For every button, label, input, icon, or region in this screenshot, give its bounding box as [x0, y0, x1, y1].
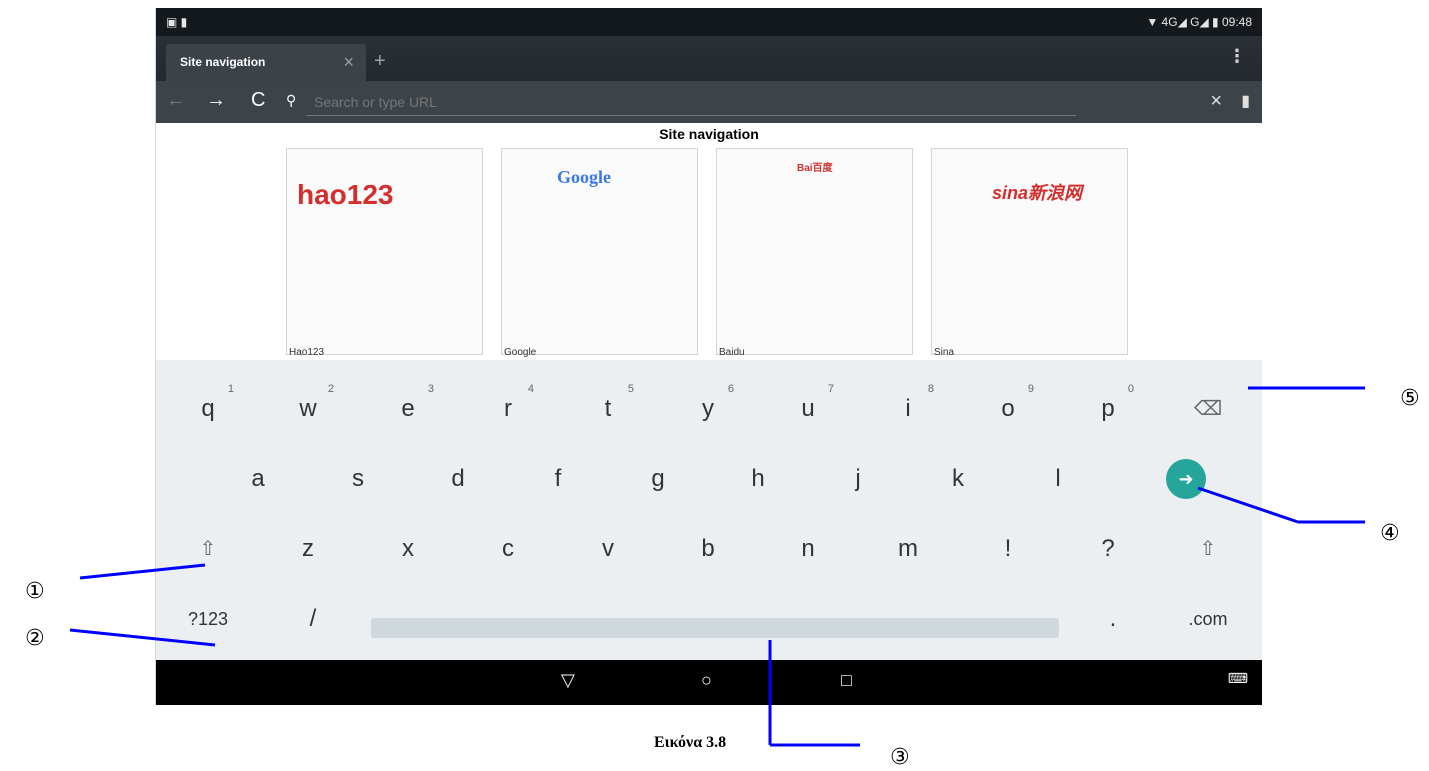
key-m[interactable]: m [876, 520, 940, 578]
thumbnail-grid: hao123 Hao123 Google Google Bai百度 Baidu … [286, 148, 1136, 363]
status-bar: ▣ ▮ ▼ 4G◢ G◢ ▮ 09:48 [156, 8, 1262, 36]
key-b[interactable]: b [676, 520, 740, 578]
back-icon[interactable]: ▽ [561, 670, 575, 691]
marker-5: ⑤ [1400, 385, 1420, 410]
baidu-logo: Bai百度 [797, 163, 833, 174]
google-logo: Google [557, 167, 611, 187]
new-tab-button[interactable]: + [374, 50, 386, 73]
backspace-icon[interactable]: ⌫ [1176, 380, 1240, 438]
search-input[interactable] [306, 89, 1076, 116]
clock: 09:48 [1221, 15, 1252, 29]
go-icon[interactable]: ➜ [1166, 459, 1206, 499]
mode-key[interactable]: ?123 [176, 590, 240, 648]
status-right: ▼ 4G◢ G◢ ▮ 09:48 [1146, 15, 1252, 29]
key-u[interactable]: 7u [776, 380, 840, 438]
thumbnail-label: Baidu [719, 347, 745, 358]
system-navbar: ▽ ○ □ ⌨ [156, 660, 1262, 705]
key-h[interactable]: h [726, 450, 790, 508]
spacebar[interactable] [371, 618, 1059, 638]
marker-3: ③ [890, 744, 910, 769]
keyboard-icon[interactable]: ⌨ [1228, 670, 1248, 687]
thumbnail-google[interactable]: Google Google [501, 148, 698, 358]
on-screen-keyboard: 1q 2w 3e 4r 5t 6y 7u 8i 9o 0p ⌫ a s d f … [156, 360, 1262, 660]
notification-icons: ▣ ▮ [166, 15, 188, 29]
thumbnail-sina[interactable]: sina新浪网 Sina [931, 148, 1128, 358]
tab-title: Site navigation [180, 55, 266, 69]
key-g[interactable]: g [626, 450, 690, 508]
back-arrow-icon[interactable]: ← [166, 89, 186, 112]
bookmark-icon[interactable]: ▮ [1241, 91, 1250, 111]
key-v[interactable]: v [576, 520, 640, 578]
shift-left-icon[interactable]: ⇧ [176, 520, 240, 578]
key-n[interactable]: n [776, 520, 840, 578]
key-x[interactable]: x [376, 520, 440, 578]
key-z[interactable]: z [276, 520, 340, 578]
key-y[interactable]: 6y [676, 380, 740, 438]
sina-logo: sina新浪网 [992, 183, 1083, 203]
key-j[interactable]: j [826, 450, 890, 508]
search-icon: ⚲ [286, 92, 297, 108]
overflow-menu-icon[interactable]: ⋮ [1228, 46, 1246, 67]
key-k[interactable]: k [926, 450, 990, 508]
forward-arrow-icon[interactable]: → [206, 89, 226, 112]
marker-4: ④ [1380, 520, 1400, 545]
signal-icons: ▼ 4G◢ G◢ ▮ [1146, 15, 1219, 29]
key-exclamation[interactable]: ! [976, 520, 1040, 578]
thumbnail-label: Hao123 [289, 347, 325, 358]
key-period[interactable]: . [1081, 590, 1145, 648]
key-question[interactable]: ? [1076, 520, 1140, 578]
key-r[interactable]: 4r [476, 380, 540, 438]
key-i[interactable]: 8i [876, 380, 940, 438]
key-q[interactable]: 1q [176, 380, 240, 438]
key-e[interactable]: 3e [376, 380, 440, 438]
key-d[interactable]: d [426, 450, 490, 508]
key-slash[interactable]: / [281, 590, 345, 648]
figure-caption: Εικόνα 3.8 [654, 734, 727, 751]
thumbnail-hao123[interactable]: hao123 Hao123 [286, 148, 483, 358]
thumbnail-baidu[interactable]: Bai百度 Baidu [716, 148, 913, 358]
key-t[interactable]: 5t [576, 380, 640, 438]
dot-com-key[interactable]: .com [1176, 590, 1240, 648]
page-title: Site navigation [659, 126, 759, 142]
key-l[interactable]: l [1026, 450, 1090, 508]
key-o[interactable]: 9o [976, 380, 1040, 438]
home-icon[interactable]: ○ [701, 670, 712, 691]
key-a[interactable]: a [226, 450, 290, 508]
hao123-logo: hao123 [297, 179, 394, 210]
thumbnail-label: Sina [934, 347, 955, 358]
tab-site-navigation[interactable]: Site navigation × [166, 44, 366, 81]
marker-2: ② [25, 625, 45, 650]
key-s[interactable]: s [326, 450, 390, 508]
url-bar: ← → C ⚲ × ▮ [156, 81, 1262, 123]
thumbnail-label: Google [504, 347, 537, 358]
close-tab-icon[interactable]: × [343, 52, 354, 73]
marker-1: ① [25, 578, 45, 603]
clear-icon[interactable]: × [1210, 90, 1222, 113]
recent-apps-icon[interactable]: □ [841, 670, 852, 691]
key-f[interactable]: f [526, 450, 590, 508]
reload-icon[interactable]: C [251, 89, 265, 112]
key-w[interactable]: 2w [276, 380, 340, 438]
shift-right-icon[interactable]: ⇧ [1176, 520, 1240, 578]
key-c[interactable]: c [476, 520, 540, 578]
key-p[interactable]: 0p [1076, 380, 1140, 438]
tab-bar: Site navigation × + ⋮ [156, 36, 1262, 81]
tablet-screen: ▣ ▮ ▼ 4G◢ G◢ ▮ 09:48 Site navigation × +… [155, 8, 1262, 705]
